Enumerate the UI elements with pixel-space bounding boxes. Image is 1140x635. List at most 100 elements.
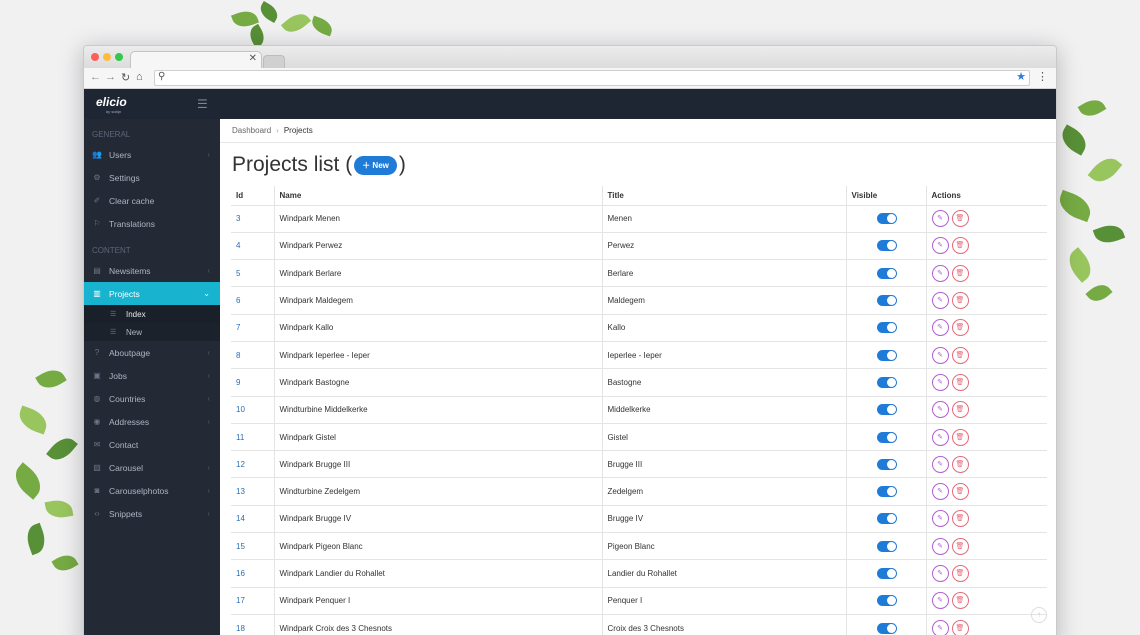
- sidebar-item-countries[interactable]: ◍ Countries ‹: [84, 387, 220, 410]
- edit-icon[interactable]: ✎: [931, 292, 949, 310]
- edit-icon[interactable]: ✎: [931, 565, 949, 582]
- browser-tab[interactable]: ✕: [130, 51, 262, 68]
- visible-toggle[interactable]: [876, 213, 897, 225]
- sidebar-item-users[interactable]: 👥 Users ‹: [84, 143, 220, 166]
- sidebar-item-carouselphotos[interactable]: ◙ Carouselphotos ‹: [84, 479, 220, 502]
- edit-icon[interactable]: ✎: [931, 455, 949, 473]
- edit-icon[interactable]: ✎: [931, 401, 949, 419]
- visible-toggle[interactable]: [876, 622, 897, 634]
- bookmark-star-icon[interactable]: ★: [1016, 70, 1026, 83]
- project-id-link[interactable]: 9: [231, 368, 275, 397]
- column-header-visible[interactable]: Visible: [845, 186, 927, 206]
- menu-toggle-icon[interactable]: ☰: [197, 97, 208, 111]
- project-id-link[interactable]: 15: [231, 532, 275, 561]
- sidebar-item-snippets[interactable]: ‹› Snippets ‹: [84, 502, 220, 525]
- edit-icon[interactable]: ✎: [931, 373, 949, 391]
- sidebar-item-settings[interactable]: ⚙ Settings: [84, 166, 220, 189]
- edit-icon[interactable]: ✎: [931, 319, 949, 337]
- trash-icon[interactable]: 🗑: [951, 510, 969, 528]
- sidebar-item-clear-cache[interactable]: ✐ Clear cache: [84, 189, 220, 212]
- project-id-link[interactable]: 13: [231, 477, 275, 506]
- trash-icon[interactable]: 🗑: [951, 264, 969, 282]
- sidebar-item-addresses[interactable]: ◉ Addresses ‹: [84, 410, 220, 433]
- scroll-to-top-button[interactable]: ↑: [1031, 607, 1047, 623]
- visible-toggle[interactable]: [876, 458, 897, 470]
- trash-icon[interactable]: 🗑: [951, 346, 969, 364]
- sidebar-subitem-new[interactable]: ☰ New: [84, 323, 220, 341]
- address-bar[interactable]: ⚲ ★: [154, 70, 1030, 86]
- trash-icon[interactable]: 🗑: [951, 537, 969, 555]
- visible-toggle[interactable]: [876, 322, 897, 334]
- sidebar-item-translations[interactable]: ⚐ Translations: [84, 212, 220, 235]
- trash-icon[interactable]: 🗑: [951, 428, 969, 446]
- project-id-link[interactable]: 18: [231, 613, 275, 635]
- trash-icon[interactable]: 🗑: [951, 292, 969, 310]
- edit-icon[interactable]: ✎: [931, 619, 949, 635]
- trash-icon[interactable]: 🗑: [951, 592, 969, 610]
- visible-toggle[interactable]: [876, 513, 897, 525]
- visible-toggle[interactable]: [876, 595, 897, 607]
- visible-toggle[interactable]: [876, 295, 897, 307]
- project-id-link[interactable]: 10: [231, 395, 275, 424]
- edit-icon[interactable]: ✎: [931, 346, 949, 364]
- edit-icon[interactable]: ✎: [931, 510, 949, 528]
- trash-icon[interactable]: 🗑: [951, 319, 969, 337]
- trash-icon[interactable]: 🗑: [951, 373, 969, 391]
- trash-icon[interactable]: 🗑: [951, 565, 969, 582]
- column-header-name[interactable]: Name: [273, 186, 603, 206]
- edit-icon[interactable]: ✎: [931, 592, 949, 610]
- sidebar-item-projects[interactable]: ▥ Projects ⌄: [84, 282, 220, 305]
- trash-icon[interactable]: 🗑: [951, 483, 969, 501]
- project-id-link[interactable]: 6: [231, 286, 275, 315]
- edit-icon[interactable]: ✎: [931, 428, 949, 446]
- project-id-link[interactable]: 4: [231, 231, 275, 261]
- maximize-window-button[interactable]: [115, 53, 123, 61]
- edit-icon[interactable]: ✎: [931, 210, 949, 228]
- app-logo[interactable]: elicio by sobip: [96, 95, 127, 114]
- project-id-link[interactable]: 7: [231, 313, 275, 342]
- project-id-link[interactable]: 16: [231, 559, 275, 588]
- back-icon[interactable]: ←: [90, 71, 101, 83]
- sidebar-subitem-index[interactable]: ☰ Index: [84, 305, 220, 323]
- sidebar-item-aboutpage[interactable]: ? Aboutpage ‹: [84, 341, 220, 364]
- trash-icon[interactable]: 🗑: [951, 619, 969, 635]
- forward-icon[interactable]: →: [105, 71, 116, 83]
- project-id-link[interactable]: 17: [231, 586, 275, 615]
- visible-toggle[interactable]: [876, 568, 897, 579]
- column-header-title[interactable]: Title: [601, 186, 847, 206]
- breadcrumb-dashboard[interactable]: Dashboard: [232, 126, 271, 135]
- project-id-link[interactable]: 14: [231, 504, 275, 534]
- project-id-link[interactable]: 12: [231, 450, 275, 479]
- trash-icon[interactable]: 🗑: [951, 210, 969, 228]
- visible-toggle[interactable]: [876, 404, 897, 416]
- new-tab-button[interactable]: [263, 55, 285, 68]
- trash-icon[interactable]: 🗑: [951, 401, 969, 419]
- project-id-link[interactable]: 11: [231, 422, 275, 452]
- trash-icon[interactable]: 🗑: [951, 237, 969, 255]
- visible-toggle[interactable]: [876, 240, 897, 252]
- project-id-link[interactable]: 8: [231, 340, 275, 370]
- edit-icon[interactable]: ✎: [931, 264, 949, 282]
- browser-menu-icon[interactable]: ⋮: [1037, 70, 1048, 83]
- visible-toggle[interactable]: [876, 349, 897, 361]
- visible-toggle[interactable]: [876, 540, 897, 552]
- edit-icon[interactable]: ✎: [931, 237, 949, 255]
- edit-icon[interactable]: ✎: [931, 537, 949, 555]
- project-id-link[interactable]: 3: [231, 204, 275, 233]
- visible-toggle[interactable]: [876, 431, 897, 443]
- sidebar-item-contact[interactable]: ✉ Contact: [84, 433, 220, 456]
- home-icon[interactable]: ⌂: [136, 71, 143, 83]
- close-window-button[interactable]: [91, 53, 99, 61]
- reload-icon[interactable]: ↻: [121, 71, 130, 84]
- visible-toggle[interactable]: [876, 267, 897, 279]
- edit-icon[interactable]: ✎: [931, 483, 949, 501]
- sidebar-item-carousel[interactable]: ▨ Carousel ‹: [84, 456, 220, 479]
- visible-toggle[interactable]: [876, 376, 897, 388]
- sidebar-item-jobs[interactable]: ▣ Jobs ‹: [84, 364, 220, 387]
- visible-toggle[interactable]: [876, 486, 897, 498]
- project-id-link[interactable]: 5: [231, 259, 275, 288]
- sidebar-item-newsitems[interactable]: ▤ Newsitems ‹: [84, 259, 220, 282]
- close-tab-icon[interactable]: ✕: [249, 53, 257, 64]
- column-header-id[interactable]: Id: [231, 186, 275, 206]
- trash-icon[interactable]: 🗑: [951, 455, 969, 473]
